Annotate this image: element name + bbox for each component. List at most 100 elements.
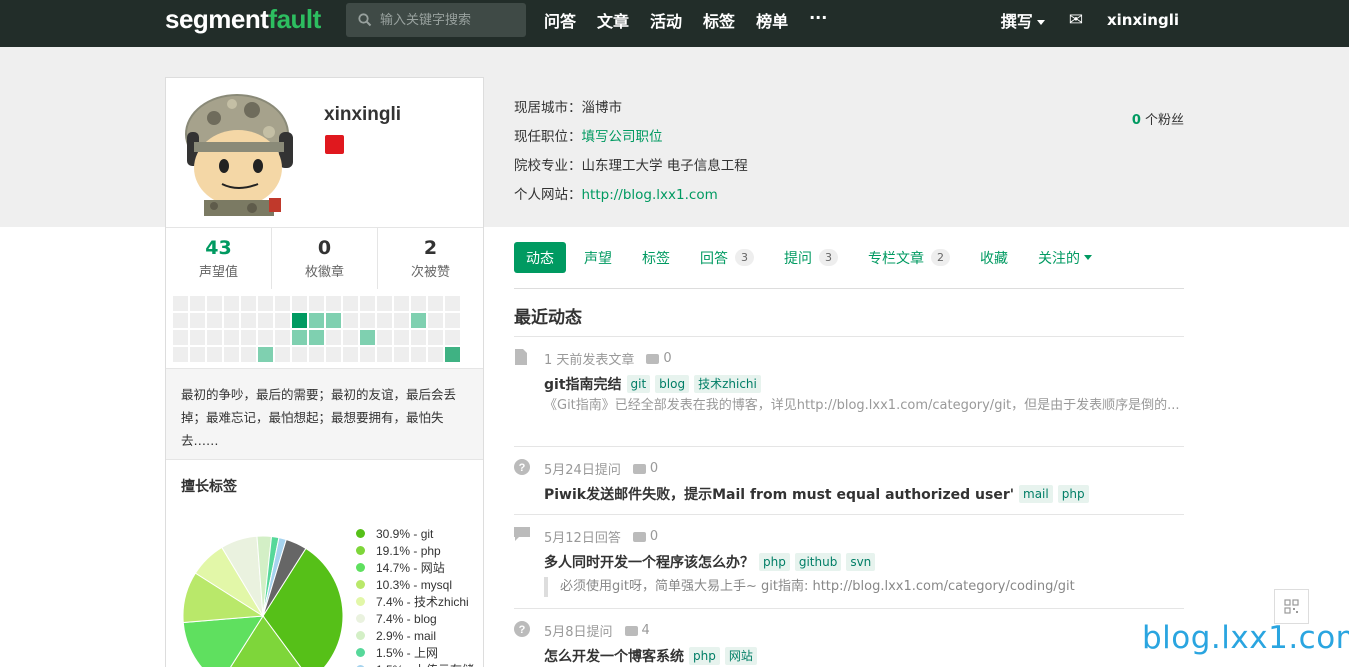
feed-meta: 5月24日提问 0 — [544, 459, 658, 478]
tag-chip[interactable]: github — [794, 553, 842, 571]
comment-count[interactable]: 0 — [632, 529, 658, 544]
feed-title-link[interactable]: 怎么开发一个博客系统 php 网站 — [544, 646, 757, 666]
search-box[interactable] — [346, 3, 526, 37]
tab-label: 回答 — [700, 250, 728, 267]
tab-2[interactable]: 标签 — [632, 242, 680, 273]
profile-info: 现居城市：淄博市 现任职位：填写公司职位 院校专业：山东理工大学 电子信息工程 … — [514, 98, 748, 214]
feed-time: 5月8日提问 — [544, 625, 613, 640]
search-input[interactable] — [380, 9, 520, 31]
heatmap-cell — [258, 313, 273, 328]
tab-count-badge: 2 — [931, 249, 950, 266]
logo[interactable]: segmentfault — [165, 4, 321, 35]
tab-4[interactable]: 提问 3 — [774, 242, 848, 273]
feed-answer-quote: 必须使用git呀，简单强大易上手~ git指南: http://blog.lxx… — [544, 577, 1075, 597]
heatmap-cell — [394, 330, 409, 345]
feed-time: 5月12日回答 — [544, 531, 621, 546]
heatmap-cell — [428, 347, 443, 362]
edit-job-link[interactable]: 填写公司职位 — [582, 129, 663, 145]
tag-chip[interactable]: php — [689, 647, 720, 665]
heatmap-cell — [309, 347, 324, 362]
feed-title-link[interactable]: git指南完结 git blog 技术zhichi — [544, 374, 761, 394]
website-link[interactable]: http://blog.lxx1.com — [582, 187, 718, 203]
heatmap-cell — [241, 330, 256, 345]
nav-questions[interactable]: 问答 — [544, 8, 576, 32]
legend-dot — [356, 614, 365, 623]
tab-count-badge: 3 — [819, 249, 838, 266]
heatmap-cell — [343, 330, 358, 345]
heatmap-cell — [377, 330, 392, 345]
legend-label: 14.7% - 网站 — [376, 561, 445, 575]
stat-value: 0 — [317, 237, 332, 259]
comment-count[interactable]: 4 — [624, 623, 650, 638]
tab-0[interactable]: 动态 — [514, 242, 566, 273]
write-dropdown[interactable]: 撰写 — [1001, 8, 1045, 32]
question-icon: ? — [514, 459, 530, 475]
legend-item: 19.1% - php — [356, 542, 474, 559]
watermark: blog.lxx1.com — [1142, 620, 1349, 656]
heatmap-cell — [411, 330, 426, 345]
comment-count[interactable]: 0 — [632, 461, 658, 476]
feed-time: 5月24日提问 — [544, 463, 621, 478]
nav-articles[interactable]: 文章 — [597, 8, 629, 32]
stat-likes[interactable]: 2 次被赞 — [378, 228, 483, 289]
tag-chip[interactable]: php — [759, 553, 790, 571]
tag-chip[interactable]: git — [626, 375, 651, 393]
heatmap-cell — [207, 330, 222, 345]
feed-item: 5月12日回答 0 多人同时开发一个程序该怎么办？ php github svn 必须使用g… — [514, 515, 1184, 609]
legend-label: 1.5% - 上网 — [376, 646, 439, 660]
qrcode-button[interactable] — [1274, 589, 1309, 624]
comment-count[interactable]: 0 — [646, 351, 672, 366]
feed-meta: 1 天前发表文章 0 — [544, 349, 672, 368]
info-job: 现任职位：填写公司职位 — [514, 129, 663, 145]
badge-flag-icon — [325, 135, 344, 154]
legend-dot — [356, 563, 365, 572]
profile-stats: 43 声望值 0 枚徽章 2 次被赞 — [166, 227, 483, 289]
tag-chip[interactable]: 技术zhichi — [694, 375, 761, 393]
heatmap-cell — [326, 330, 341, 345]
tab-1[interactable]: 声望 — [574, 242, 622, 273]
fans-count[interactable]: 0 个粉丝 — [1132, 109, 1184, 128]
tag-chip[interactable]: 网站 — [724, 647, 757, 665]
document-icon — [514, 349, 530, 365]
tag-chip[interactable]: svn — [846, 553, 876, 571]
heatmap-cell — [428, 330, 443, 345]
tab-label: 提问 — [784, 250, 812, 267]
feed-title-link[interactable]: 多人同时开发一个程序该怎么办？ php github svn — [544, 552, 876, 572]
legend-dot — [356, 631, 365, 640]
question-icon: ? — [514, 621, 530, 637]
tab-7[interactable]: 关注的 — [1028, 242, 1102, 273]
svg-text:?: ? — [519, 624, 526, 636]
nav-events[interactable]: 活动 — [650, 8, 682, 32]
profile-card: xinxingli 43 声望值 0 枚徽章 2 次被赞 最初的争吵，最后的需要… — [165, 77, 484, 667]
legend-label: 2.9% - mail — [376, 628, 437, 643]
heatmap-cell — [343, 313, 358, 328]
heatmap-cell — [394, 296, 409, 311]
nav-more[interactable]: ··· — [809, 8, 827, 32]
info-website: 个人网站：http://blog.lxx1.com — [514, 187, 718, 203]
stat-reputation[interactable]: 43 声望值 — [166, 228, 272, 289]
nav-rankings[interactable]: 榜单 — [756, 8, 788, 32]
tag-chip[interactable]: blog — [655, 375, 690, 393]
tab-5[interactable]: 专栏文章 2 — [858, 242, 960, 273]
heatmap-cell — [207, 347, 222, 362]
stat-label: 声望值 — [198, 265, 238, 280]
heatmap-cell — [309, 296, 324, 311]
avatar[interactable] — [174, 88, 306, 216]
feed-meta: 5月8日提问 4 — [544, 621, 650, 640]
nav-tags[interactable]: 标签 — [703, 8, 735, 32]
tab-3[interactable]: 回答 3 — [690, 242, 764, 273]
heatmap-cell — [224, 330, 239, 345]
tag-chip[interactable]: mail — [1019, 485, 1053, 503]
user-menu[interactable]: xinxingli — [1107, 11, 1179, 29]
feed-excerpt: 《Git指南》已经全部发表在我的博客，详见http://blog.lxx1.co… — [544, 398, 1180, 413]
heatmap-cell — [445, 296, 460, 311]
tab-6[interactable]: 收藏 — [970, 242, 1018, 273]
mail-icon[interactable]: ✉ — [1069, 10, 1083, 30]
heatmap-cell — [309, 313, 324, 328]
legend-dot — [356, 546, 365, 555]
feed-title-link[interactable]: Piwik发送邮件失败，提示Mail from must equal autho… — [544, 484, 1089, 504]
tag-chip[interactable]: php — [1057, 485, 1089, 503]
stat-badges[interactable]: 0 枚徽章 — [272, 228, 378, 289]
heatmap-cell — [275, 313, 290, 328]
feed-title: 最近动态 — [514, 308, 582, 328]
